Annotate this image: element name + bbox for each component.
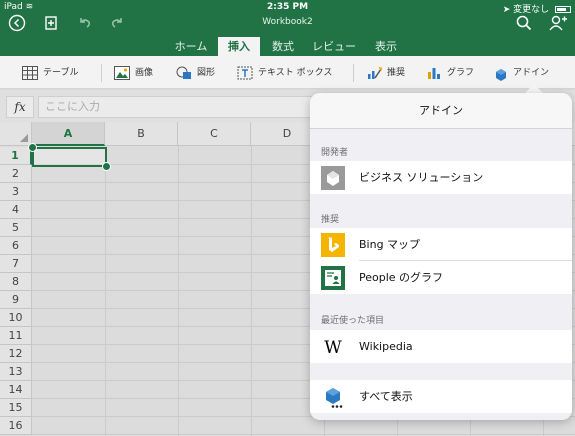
select-all-corner[interactable] xyxy=(0,122,32,146)
people-graph-label: People のグラフ xyxy=(359,271,444,284)
addin-label: アドイン xyxy=(513,68,550,78)
grid-line xyxy=(178,146,179,436)
bing-icon xyxy=(321,233,345,257)
table-button[interactable]: テーブル xyxy=(22,63,78,83)
chart-button[interactable]: グラフ xyxy=(426,63,474,83)
selected-cell[interactable] xyxy=(32,147,107,167)
shapes-label: 図形 xyxy=(197,68,216,78)
location-icon: ➤ xyxy=(502,5,511,15)
tab-view[interactable]: 表示 xyxy=(366,37,406,56)
row-header[interactable]: 7 xyxy=(0,255,32,273)
row-header[interactable]: 6 xyxy=(0,237,32,255)
tab-insert[interactable]: 挿入 xyxy=(218,37,260,56)
bing-maps-label: Bing マップ xyxy=(359,238,421,251)
business-solutions-icon xyxy=(321,166,345,190)
function-button[interactable]: fx xyxy=(6,96,34,118)
row-header[interactable]: 14 xyxy=(0,381,32,399)
addin-people-graph[interactable]: People のグラフ xyxy=(310,261,572,294)
selection-handle-top-left[interactable] xyxy=(28,143,37,152)
chart-label: グラフ xyxy=(447,68,475,78)
row-header[interactable]: 12 xyxy=(0,345,32,363)
battery-icon xyxy=(555,6,571,13)
ribbon-divider xyxy=(353,64,354,82)
grid-line xyxy=(105,146,106,436)
status-bar: iPad ≋ 2:35 PM ➤ 変更なし xyxy=(0,0,575,15)
store-icon xyxy=(321,385,345,409)
grid-line xyxy=(251,146,252,436)
picture-icon xyxy=(114,65,130,80)
picture-button[interactable]: 画像 xyxy=(114,63,153,83)
row-header[interactable]: 13 xyxy=(0,363,32,381)
ribbon-divider xyxy=(101,64,102,82)
column-header[interactable]: C xyxy=(178,122,251,146)
column-header[interactable]: B xyxy=(105,122,178,146)
svg-text:W: W xyxy=(324,338,342,358)
recommended-label: 推奨 xyxy=(387,68,406,78)
wikipedia-icon: W xyxy=(321,335,345,359)
row-header[interactable]: 8 xyxy=(0,273,32,291)
tab-review[interactable]: レビュー xyxy=(306,37,362,56)
textbox-button[interactable]: テキスト ボックス xyxy=(237,63,332,83)
grid-line xyxy=(32,434,575,435)
row-header[interactable]: 3 xyxy=(0,183,32,201)
insert-ribbon: テーブル 画像 図形 テキスト ボックス 推奨 グラフ アドイン xyxy=(0,56,575,89)
column-header[interactable]: A xyxy=(32,122,105,146)
recommended-icon xyxy=(366,66,383,80)
row-header[interactable]: 11 xyxy=(0,327,32,345)
show-all-addins[interactable]: すべて表示 xyxy=(310,380,572,413)
row-header[interactable]: 2 xyxy=(0,165,32,183)
row-header[interactable]: 16 xyxy=(0,417,32,435)
row-header[interactable]: 5 xyxy=(0,219,32,237)
workbook-title: Workbook2 xyxy=(262,17,313,27)
show-all-label: すべて表示 xyxy=(359,390,413,403)
ribbon-tabs: ホーム 挿入 数式 レビュー 表示 xyxy=(0,37,575,56)
shapes-button[interactable]: 図形 xyxy=(176,63,215,83)
tab-home[interactable]: ホーム xyxy=(168,37,214,56)
row-header[interactable]: 1 xyxy=(0,147,32,165)
status-time: 2:35 PM xyxy=(266,2,309,12)
popover-title: アドイン xyxy=(310,93,572,129)
section-recent: 最近使った項目 xyxy=(321,316,385,326)
recommended-button[interactable]: 推奨 xyxy=(366,63,405,83)
row-header[interactable]: 10 xyxy=(0,309,32,327)
business-solutions-label: ビジネス ソリューション xyxy=(359,171,484,184)
addin-bing-maps[interactable]: Bing マップ xyxy=(310,228,572,261)
row-header[interactable]: 15 xyxy=(0,399,32,417)
row-header[interactable]: 4 xyxy=(0,201,32,219)
formula-input[interactable]: ここに入力 xyxy=(38,96,328,118)
addin-button[interactable]: アドイン xyxy=(492,63,549,83)
addin-wikipedia[interactable]: W Wikipedia xyxy=(310,330,572,363)
chart-icon xyxy=(426,66,442,80)
people-graph-icon xyxy=(321,266,345,290)
table-label: テーブル xyxy=(43,68,79,78)
addin-icon xyxy=(492,66,508,81)
wikipedia-label: Wikipedia xyxy=(359,340,413,353)
shapes-icon xyxy=(176,66,192,80)
app-header: iPad ≋ 2:35 PM ➤ 変更なし Workbook2 ホーム 挿入 数… xyxy=(0,0,575,56)
section-recommended: 推奨 xyxy=(321,215,340,225)
addin-business-solutions[interactable]: ビジネス ソリューション xyxy=(310,161,572,194)
table-icon xyxy=(22,65,38,80)
selection-handle-bottom-right[interactable] xyxy=(102,162,111,171)
addin-popover: アドイン 開発者 ビジネス ソリューション 推奨 Bing マップ People… xyxy=(310,93,572,420)
add-person-icon[interactable] xyxy=(548,14,567,32)
row-header[interactable]: 9 xyxy=(0,291,32,309)
picture-label: 画像 xyxy=(135,68,154,78)
textbox-icon xyxy=(237,66,253,80)
search-icon[interactable] xyxy=(515,14,533,32)
tab-formulas[interactable]: 数式 xyxy=(264,37,302,56)
textbox-label: テキスト ボックス xyxy=(258,68,333,78)
section-developer: 開発者 xyxy=(321,148,349,158)
